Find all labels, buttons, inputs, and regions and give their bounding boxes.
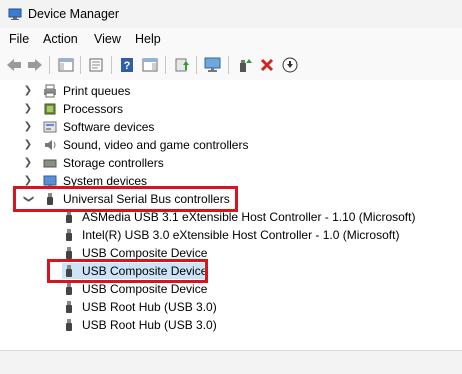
chevron-right-icon[interactable]: ❯ — [23, 121, 33, 133]
tree-item-software-devices[interactable]: ❯ Software devices — [0, 118, 462, 136]
chevron-right-icon[interactable]: ❯ — [23, 103, 33, 115]
usb-device-icon — [66, 211, 72, 223]
annotation-highlight-usb-controllers — [13, 186, 238, 212]
usb-device-icon — [66, 301, 72, 313]
menu-help[interactable]: Help — [135, 32, 161, 46]
help-icon[interactable]: ? — [117, 55, 137, 75]
usb-device-icon — [66, 247, 72, 259]
menu-bar: File Action View Help — [0, 28, 462, 50]
usb-device-icon — [66, 229, 72, 241]
enable-device-icon[interactable] — [235, 55, 255, 75]
software-icon — [43, 121, 57, 133]
update-driver-icon[interactable] — [172, 55, 192, 75]
forward-icon[interactable] — [25, 55, 45, 75]
toolbar-separator — [228, 56, 229, 74]
tree-item-label: Sound, video and game controllers — [63, 138, 249, 152]
tree-item-usb-child[interactable]: Intel(R) USB 3.0 eXtensible Host Control… — [0, 226, 462, 244]
action-pane-icon[interactable] — [140, 55, 160, 75]
tree-item-label: ASMedia USB 3.1 eXtensible Host Controll… — [82, 210, 416, 224]
tree-item-label: Intel(R) USB 3.0 eXtensible Host Control… — [82, 228, 400, 242]
sound-icon — [45, 140, 56, 150]
printer-icon — [44, 84, 56, 98]
annotation-highlight-usb-composite-device — [47, 259, 208, 283]
tree-item-processors[interactable]: ❯ Processors — [0, 100, 462, 118]
tree-item-storage-controllers[interactable]: ❯ Storage controllers — [0, 154, 462, 172]
device-tree: ❯ Print queues ❯ Processors ❯ Software d… — [0, 80, 462, 350]
tree-item-label: USB Root Hub (USB 3.0) — [82, 318, 217, 332]
tree-item-label: Software devices — [63, 120, 155, 134]
tree-item-usb-child[interactable]: USB Root Hub (USB 3.0) — [0, 298, 462, 316]
storage-icon — [43, 159, 57, 168]
back-icon[interactable] — [4, 55, 24, 75]
tree-item-sound-video-game[interactable]: ❯ Sound, video and game controllers — [0, 136, 462, 154]
chevron-right-icon[interactable]: ❯ — [23, 139, 33, 151]
tree-item-label: Print queues — [63, 84, 131, 98]
processor-icon — [44, 103, 56, 115]
tree-item-print-queues[interactable]: ❯ Print queues — [0, 82, 462, 100]
toolbar-separator — [196, 56, 197, 74]
tree-item-label: USB Composite Device — [82, 246, 208, 260]
toolbar-separator — [80, 56, 81, 74]
usb-device-icon — [66, 283, 72, 295]
disable-device-icon[interactable] — [280, 55, 300, 75]
device-manager-icon — [8, 8, 22, 20]
toolbar: ? — [0, 50, 462, 81]
scan-hardware-icon[interactable] — [203, 55, 223, 75]
chevron-right-icon[interactable]: ❯ — [23, 157, 33, 169]
window-title: Device Manager — [28, 7, 120, 21]
menu-view[interactable]: View — [94, 32, 121, 46]
show-hide-console-tree-icon[interactable] — [56, 55, 76, 75]
title-bar: Device Manager — [0, 0, 462, 28]
toolbar-separator — [49, 56, 50, 74]
toolbar-separator — [111, 56, 112, 74]
uninstall-device-icon[interactable] — [257, 55, 277, 75]
tree-item-label: USB Composite Device — [82, 282, 208, 296]
tree-item-label: Processors — [63, 102, 124, 116]
tree-item-label: Storage controllers — [63, 156, 164, 170]
usb-device-icon — [66, 319, 72, 331]
menu-file[interactable]: File — [9, 32, 29, 46]
toolbar-separator — [165, 56, 166, 74]
tree-item-usb-child[interactable]: USB Root Hub (USB 3.0) — [0, 316, 462, 334]
svg-text:?: ? — [124, 60, 131, 72]
menu-action[interactable]: Action — [43, 32, 78, 46]
status-bar — [0, 350, 462, 374]
properties-icon[interactable] — [86, 55, 106, 75]
tree-item-label: USB Root Hub (USB 3.0) — [82, 300, 217, 314]
chevron-right-icon[interactable]: ❯ — [23, 85, 33, 97]
